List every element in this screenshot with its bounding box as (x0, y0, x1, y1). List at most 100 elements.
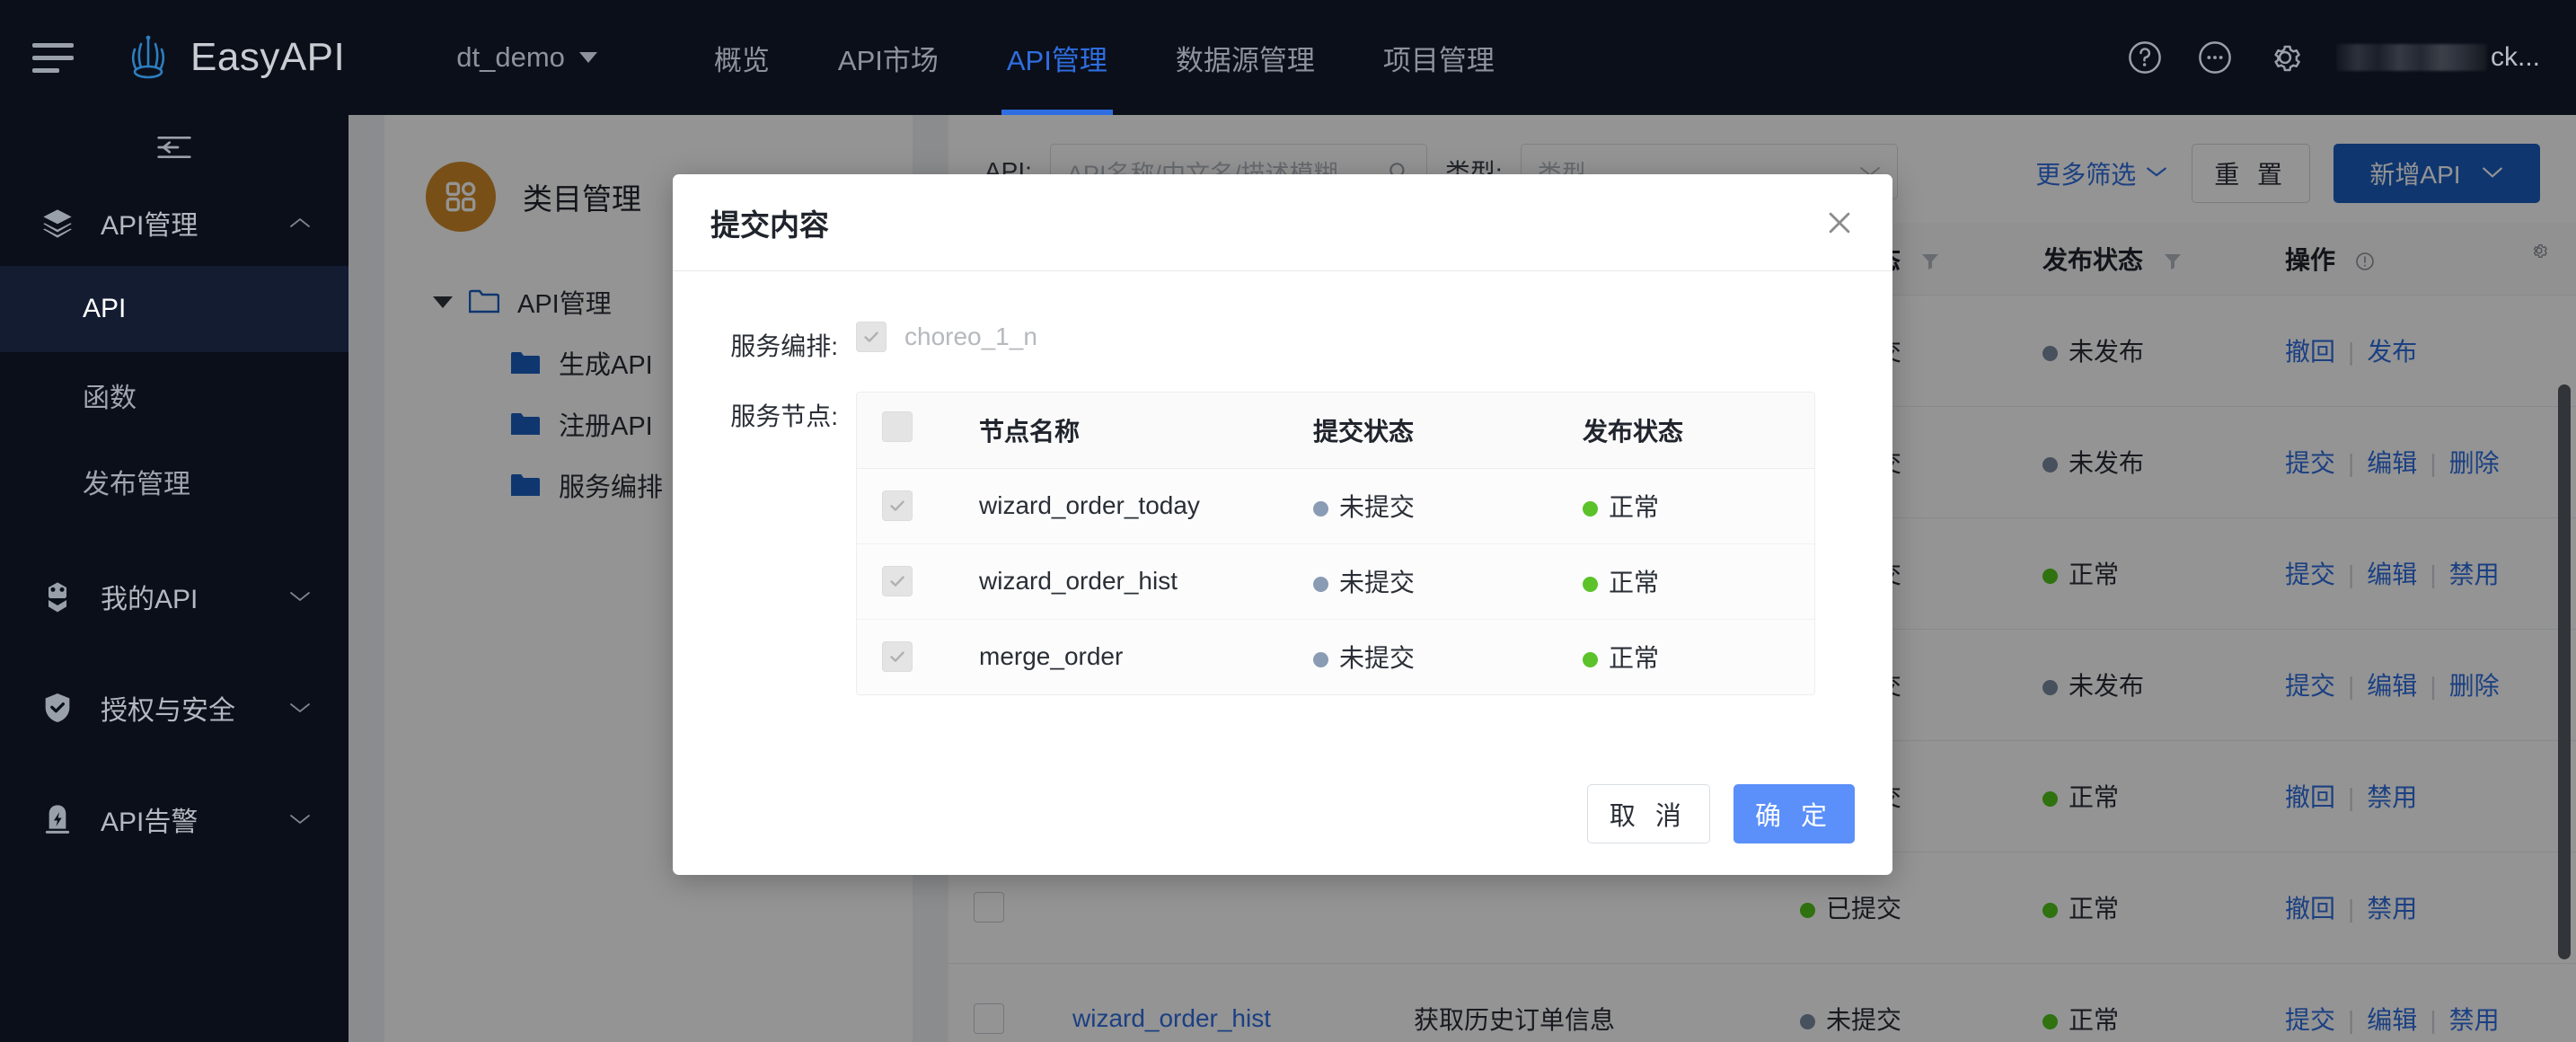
help-icon[interactable] (2126, 39, 2164, 76)
tab-project-management[interactable]: 项目管理 (1349, 0, 1529, 115)
choreography-field: 服务编排: choreo_1_n (710, 322, 1855, 363)
node-name: merge_order (954, 619, 1288, 694)
status-text: 正常 (1609, 569, 1660, 596)
modal-footer: 取 消 确 定 (673, 753, 1892, 875)
sidebar-item-api[interactable]: API (0, 266, 348, 352)
status-dot (1583, 501, 1598, 517)
node-checkbox-disabled-checked (882, 566, 913, 596)
sidebar-group-label: 我的API (101, 585, 198, 614)
chevron-down-icon (290, 592, 310, 602)
node-table-row: merge_order 未提交 正常 (857, 619, 1814, 694)
status-text: 未提交 (1339, 493, 1416, 521)
user-menu[interactable]: ck... (2335, 42, 2540, 73)
sidebar-group-my-api[interactable]: 我的API (0, 553, 348, 640)
service-nodes-table: 节点名称 提交状态 发布状态 wizard_order_today 未提交 正常… (856, 392, 1815, 695)
th-node-publish-status: 发布状态 (1557, 393, 1814, 469)
project-selector-label: dt_demo (456, 41, 565, 73)
project-selector[interactable]: dt_demo (456, 41, 597, 74)
node-table-header-row: 节点名称 提交状态 发布状态 (857, 393, 1814, 469)
check-icon (890, 500, 904, 511)
th-node-submit-status: 提交状态 (1288, 393, 1557, 469)
alert-icon (45, 805, 70, 834)
th-node-name: 节点名称 (954, 393, 1288, 469)
submit-content-modal: 提交内容 服务编排: choreo_1_n 服务节点: 节点名称 提交状态 发布… (673, 174, 1892, 875)
tab-label: API管理 (1006, 44, 1107, 76)
user-name-redacted (2335, 44, 2487, 71)
node-table-body: wizard_order_today 未提交 正常 wizard_order_h… (857, 468, 1814, 694)
node-submit-status: 未提交 (1288, 619, 1557, 694)
sidebar-item-label: 函数 (83, 384, 137, 413)
chevron-down-icon (578, 52, 597, 63)
cancel-button[interactable]: 取 消 (1586, 784, 1710, 843)
tab-label: 项目管理 (1382, 44, 1495, 76)
my-api-icon (49, 582, 66, 613)
hamburger-line (32, 42, 74, 48)
service-nodes-grid: 节点名称 提交状态 发布状态 wizard_order_today 未提交 正常… (857, 393, 1814, 694)
hamburger-line (32, 67, 59, 73)
tab-overview[interactable]: 概览 (680, 0, 804, 115)
node-table-row: wizard_order_today 未提交 正常 (857, 468, 1814, 544)
node-checkbox-cell (857, 619, 954, 694)
sidebar-group-api-alert[interactable]: API告警 (0, 776, 348, 862)
close-icon[interactable] (1824, 208, 1855, 238)
status-dot (1313, 501, 1328, 517)
app-root: EasyAPI dt_demo 概览 API市场 API管理 数据源管理 项目管… (0, 0, 2576, 1042)
sidebar-group-label: API告警 (101, 808, 198, 837)
confirm-label: 确 定 (1754, 802, 1833, 831)
brand-name: EasyAPI (190, 35, 346, 79)
status-text: 未提交 (1339, 569, 1416, 596)
layers-icon (43, 209, 72, 238)
th-label: 提交状态 (1313, 417, 1415, 446)
th-label: 节点名称 (979, 417, 1081, 446)
check-icon (864, 331, 878, 342)
choreography-label: 服务编排: (730, 332, 838, 360)
sidebar-group-api-management[interactable]: API管理 (0, 180, 348, 266)
th-node-select-all[interactable] (857, 393, 954, 469)
sidebar-collapse-row (0, 115, 348, 180)
node-checkbox-cell (857, 468, 954, 544)
node-select-all-checkbox[interactable] (882, 411, 913, 443)
status-dot (1583, 652, 1598, 668)
confirm-button[interactable]: 确 定 (1733, 784, 1855, 843)
gear-icon[interactable] (2266, 39, 2304, 76)
modal-header: 提交内容 (673, 174, 1892, 271)
feedback-icon[interactable] (2196, 39, 2234, 76)
cancel-label: 取 消 (1609, 802, 1688, 831)
sidebar-group-label: 授权与安全 (101, 696, 235, 726)
shield-check-icon (45, 693, 70, 722)
choreography-checkbox-disabled (856, 322, 887, 352)
node-publish-status: 正常 (1557, 619, 1814, 694)
tab-label: API市场 (837, 44, 939, 76)
sidebar-item-label: API (83, 294, 127, 323)
node-checkbox-disabled-checked (882, 641, 913, 673)
sidebar-item-label: 发布管理 (83, 470, 190, 499)
user-name: ck... (2490, 42, 2540, 72)
service-nodes-label: 服务节点: (730, 402, 838, 430)
node-checkbox-disabled-checked (882, 490, 913, 521)
hamburger-icon[interactable] (32, 42, 74, 73)
node-submit-status: 未提交 (1288, 468, 1557, 544)
sidebar-item-publish-management[interactable]: 发布管理 (0, 438, 348, 525)
status-text: 正常 (1609, 493, 1660, 521)
tab-api-market[interactable]: API市场 (804, 0, 973, 115)
top-bar: EasyAPI dt_demo 概览 API市场 API管理 数据源管理 项目管… (0, 0, 2576, 115)
status-text: 未提交 (1339, 644, 1416, 673)
node-publish-status: 正常 (1557, 468, 1814, 544)
topbar-actions: ck... (2126, 39, 2540, 76)
brand[interactable]: EasyAPI (124, 32, 345, 83)
collapse-sidebar-icon[interactable] (156, 134, 192, 161)
tab-label: 概览 (713, 44, 770, 76)
node-submit-status: 未提交 (1288, 543, 1557, 620)
tab-api-management[interactable]: API管理 (973, 0, 1142, 115)
node-name: wizard_order_hist (954, 543, 1288, 620)
easyapi-logo-icon (131, 35, 165, 79)
check-icon (890, 651, 904, 663)
service-nodes-field: 服务节点: 节点名称 提交状态 发布状态 wizard_order_today … (710, 392, 1855, 695)
sidebar-group-auth-security[interactable]: 授权与安全 (0, 665, 348, 751)
sidebar: API管理 API 函数 发布管理 我的API 授权与安全 API告警 (0, 115, 348, 1042)
status-dot (1313, 577, 1328, 593)
tab-datasource-management[interactable]: 数据源管理 (1142, 0, 1349, 115)
sidebar-item-function[interactable]: 函数 (0, 352, 348, 438)
main-nav: 概览 API市场 API管理 数据源管理 项目管理 (680, 0, 1529, 115)
hamburger-line (32, 55, 74, 60)
